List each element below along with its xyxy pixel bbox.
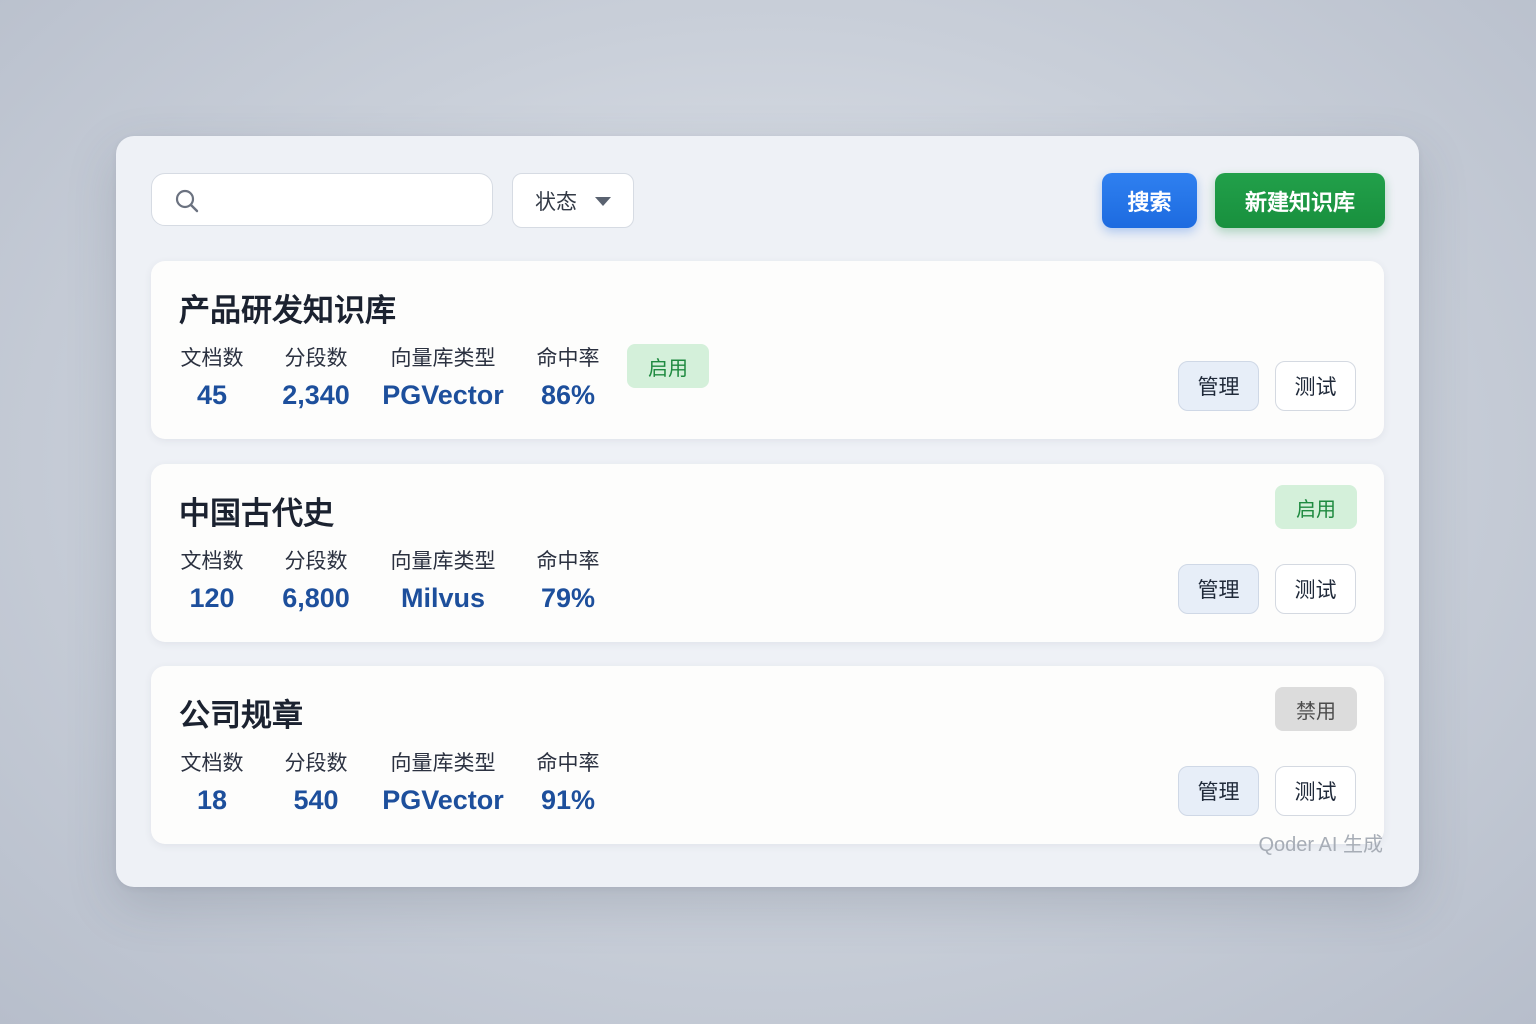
chevron-down-icon (595, 197, 611, 206)
knowledge-base-card: 中国古代史 文档数 120 分段数 6,800 向量库类型 Milvus 命中率… (151, 464, 1384, 642)
manage-button[interactable]: 管理 (1178, 361, 1259, 411)
card-title: 产品研发知识库 (179, 293, 396, 329)
stat-value: 540 (293, 785, 339, 815)
knowledge-base-panel: 状态 搜索 新建知识库 产品研发知识库 文档数 45 分段数 2,340 向量库… (116, 136, 1419, 887)
manage-button[interactable]: 管理 (1178, 564, 1259, 614)
stat-hit-rate: 命中率 86% (498, 343, 638, 415)
manage-button[interactable]: 管理 (1178, 766, 1259, 816)
search-input[interactable] (214, 182, 478, 220)
watermark: Qoder AI 生成 (1258, 834, 1384, 856)
test-button[interactable]: 测试 (1275, 564, 1356, 614)
stat-value: PGVector (382, 380, 504, 410)
status-filter-label: 状态 (535, 189, 577, 214)
status-badge: 启用 (627, 344, 709, 388)
card-title: 公司规章 (179, 698, 303, 734)
stat-value: 91% (540, 785, 596, 815)
stat-hit-rate: 命中率 79% (498, 546, 638, 618)
search-button[interactable]: 搜索 (1102, 173, 1197, 228)
stat-value: 79% (540, 583, 596, 613)
stat-value: 6,800 (282, 583, 350, 613)
stat-label: 命中率 (536, 549, 600, 573)
status-badge: 禁用 (1275, 687, 1357, 731)
stat-label: 分段数 (284, 346, 348, 370)
stat-label: 向量库类型 (390, 549, 496, 573)
status-filter-select[interactable]: 状态 (512, 173, 634, 228)
knowledge-base-card: 产品研发知识库 文档数 45 分段数 2,340 向量库类型 PGVector … (151, 261, 1384, 439)
stat-value: Milvus (400, 583, 486, 613)
stat-value: 2,340 (282, 380, 350, 410)
stat-vector-type: 向量库类型 PGVector (373, 343, 513, 415)
new-knowledge-base-button[interactable]: 新建知识库 (1215, 173, 1385, 228)
stat-label: 命中率 (536, 346, 600, 370)
stat-label: 分段数 (284, 549, 348, 573)
status-badge: 启用 (1275, 485, 1357, 529)
test-button[interactable]: 测试 (1275, 766, 1356, 816)
search-icon (175, 189, 199, 213)
stat-segments: 分段数 6,800 (246, 546, 386, 618)
stat-label: 命中率 (536, 751, 600, 775)
search-box[interactable] (151, 173, 493, 226)
card-title: 中国古代史 (179, 496, 334, 532)
knowledge-base-card: 公司规章 文档数 18 分段数 540 向量库类型 PGVector 命中率 9… (151, 666, 1384, 844)
stat-vector-type: 向量库类型 PGVector (373, 748, 513, 820)
stat-vector-type: 向量库类型 Milvus (373, 546, 513, 618)
stat-value: 86% (540, 380, 596, 410)
test-button[interactable]: 测试 (1275, 361, 1356, 411)
stat-label: 向量库类型 (390, 346, 496, 370)
stat-segments: 分段数 2,340 (246, 343, 386, 415)
stat-label: 分段数 (284, 751, 348, 775)
stat-label: 向量库类型 (390, 751, 496, 775)
stat-value: PGVector (382, 785, 504, 815)
stat-hit-rate: 命中率 91% (498, 748, 638, 820)
stat-segments: 分段数 540 (246, 748, 386, 820)
